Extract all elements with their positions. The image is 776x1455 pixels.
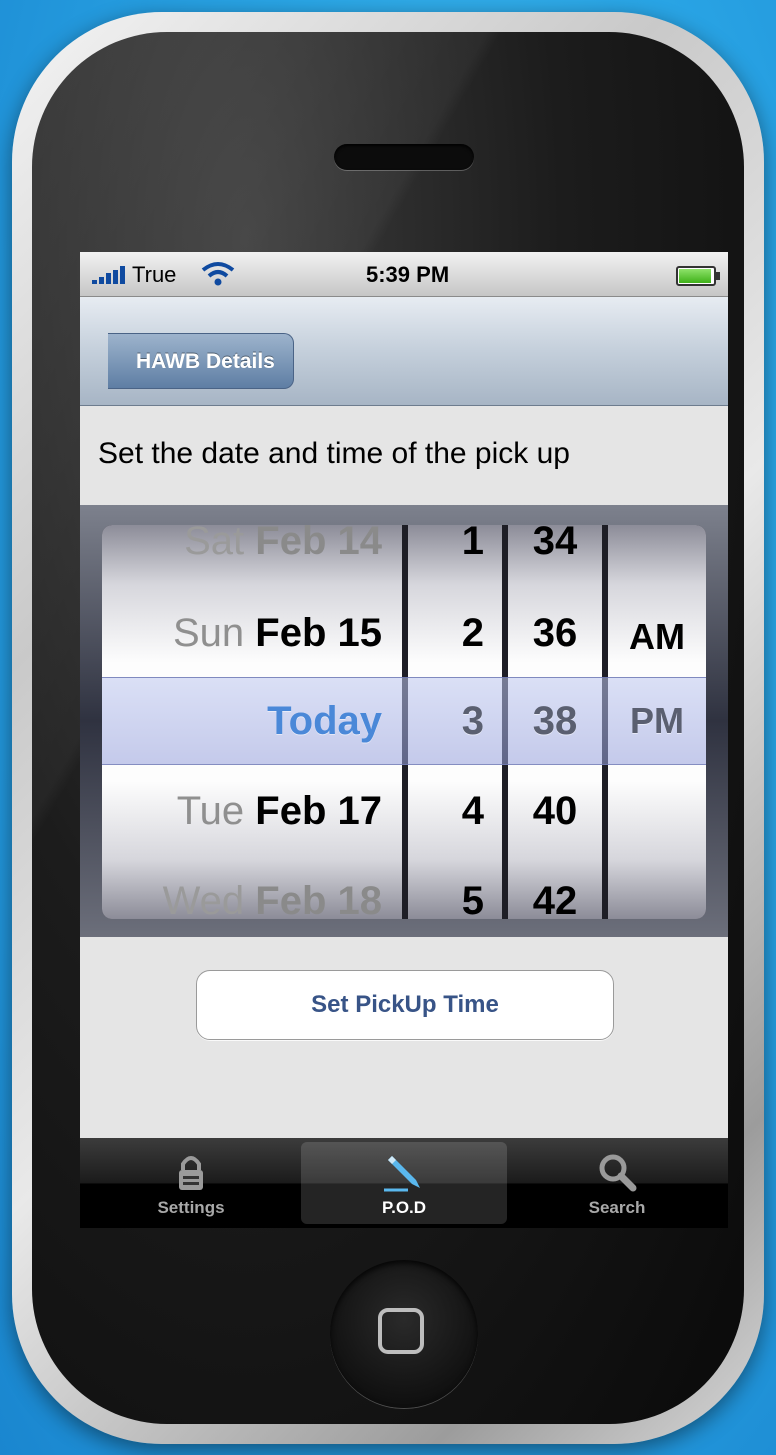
- tab-bar: Settings P.O.D Search: [80, 1138, 728, 1228]
- earpiece-speaker: [334, 144, 474, 170]
- hour-item: 5: [461, 879, 484, 919]
- hour-wheel[interactable]: 1 2 4 5: [408, 525, 502, 919]
- date-time-picker[interactable]: Sat Feb 14 Sun Feb 15 Tue Feb 17 Wed Feb…: [80, 505, 728, 937]
- tab-pod-label: P.O.D: [381, 1198, 427, 1217]
- search-icon: [599, 1154, 637, 1192]
- ampm-item: AM: [629, 616, 685, 657]
- minute-wheel[interactable]: 34 36 40 42: [508, 525, 602, 919]
- status-time: 5:39 PM: [366, 262, 450, 287]
- picker-wheels: Sat Feb 14 Sun Feb 15 Tue Feb 17 Wed Feb…: [102, 525, 706, 919]
- home-button[interactable]: [330, 1260, 478, 1408]
- date-item: Tue Feb 17: [176, 789, 382, 833]
- screen: True 5:39 PM HAWB Details Set the date a…: [80, 252, 728, 1228]
- signal-icon: [92, 266, 128, 284]
- status-bar: True 5:39 PM: [80, 252, 728, 297]
- tab-search-label: Search: [588, 1198, 646, 1217]
- lock-icon: [179, 1156, 203, 1190]
- date-item: Sat Feb 14: [184, 525, 382, 563]
- navigation-bar: HAWB Details: [80, 297, 728, 406]
- minute-item: 40: [532, 789, 578, 833]
- date-item: Sun Feb 15: [172, 611, 382, 655]
- date-wheel[interactable]: Sat Feb 14 Sun Feb 15 Tue Feb 17 Wed Feb…: [102, 525, 402, 919]
- hour-item: 1: [461, 525, 484, 563]
- ampm-wheel[interactable]: AM: [608, 525, 706, 919]
- home-square-icon: [378, 1308, 424, 1354]
- hour-item: 2: [461, 611, 484, 655]
- date-item: Wed Feb 18: [162, 879, 382, 919]
- hour-item: 4: [461, 789, 484, 833]
- tab-settings[interactable]: Settings: [88, 1142, 294, 1224]
- instruction-label: Set the date and time of the pick up: [98, 437, 570, 470]
- tab-search[interactable]: Search: [514, 1142, 720, 1224]
- back-button[interactable]: HAWB Details: [108, 333, 294, 389]
- wifi-icon: [201, 262, 235, 286]
- minute-item: 34: [532, 525, 578, 563]
- tab-settings-label: Settings: [157, 1198, 225, 1217]
- set-pickup-time-button[interactable]: Set PickUp Time: [196, 970, 614, 1040]
- phone-frame: True 5:39 PM HAWB Details Set the date a…: [12, 12, 764, 1444]
- pencil-icon: [384, 1156, 420, 1192]
- minute-item: 36: [532, 611, 578, 655]
- tab-pod[interactable]: P.O.D: [301, 1142, 507, 1224]
- phone-face: True 5:39 PM HAWB Details Set the date a…: [32, 32, 744, 1424]
- minute-item: 42: [532, 879, 578, 919]
- carrier-name: True: [132, 262, 177, 287]
- battery-icon: [676, 266, 720, 286]
